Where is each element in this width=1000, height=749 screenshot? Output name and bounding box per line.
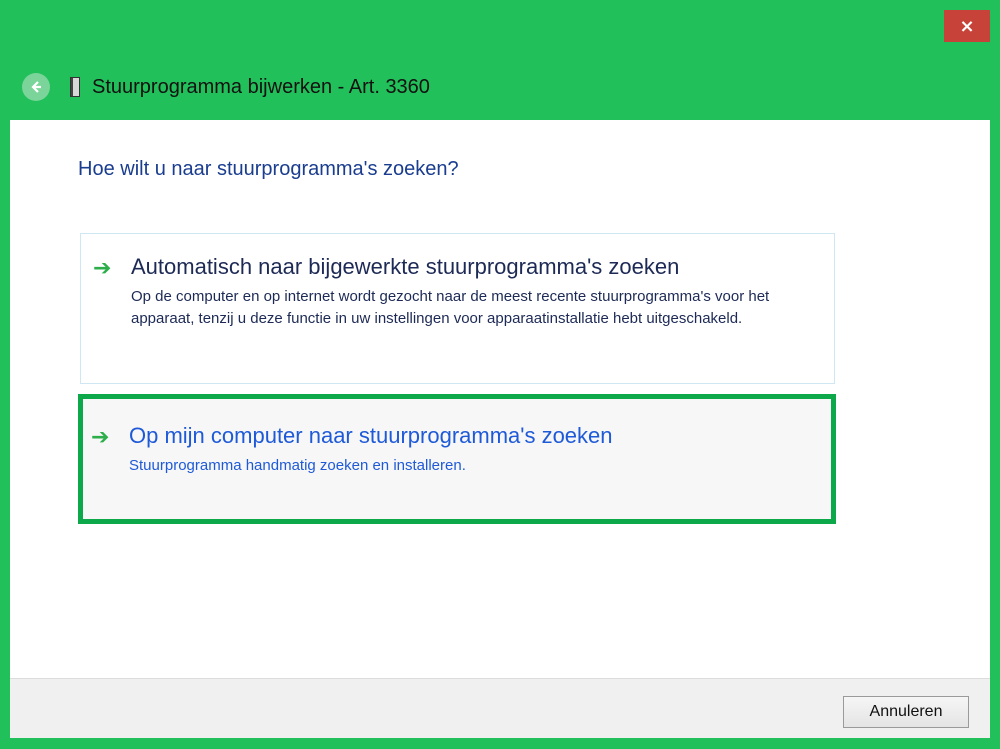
device-icon [70, 77, 80, 97]
back-button[interactable] [22, 73, 50, 101]
title-bar[interactable]: × [0, 0, 1000, 54]
green-arrow-icon: ➔ [91, 425, 110, 450]
wizard-footer: Annuleren [10, 678, 990, 738]
cancel-button[interactable]: Annuleren [843, 696, 969, 728]
option-title: Op mijn computer naar stuurprogramma's z… [129, 423, 613, 448]
wizard-content: Hoe wilt u naar stuurprogramma's zoeken?… [10, 120, 990, 678]
page-question: Hoe wilt u naar stuurprogramma's zoeken? [78, 158, 459, 180]
wizard-window: × Stuurprogramma bijwerken - Art. 3360 H… [0, 0, 1000, 749]
option-title: Automatisch naar bijgewerkte stuurprogra… [131, 254, 680, 279]
option-auto-search[interactable]: ➔ Automatisch naar bijgewerkte stuurprog… [80, 233, 835, 384]
option-description: Stuurprogramma handmatig zoeken en insta… [129, 457, 466, 474]
option-browse-computer[interactable]: ➔ Op mijn computer naar stuurprogramma's… [78, 394, 836, 524]
option-description: Op de computer en op internet wordt gezo… [131, 288, 770, 327]
wizard-title: Stuurprogramma bijwerken - Art. 3360 [92, 75, 430, 98]
close-button[interactable]: × [944, 10, 990, 42]
green-arrow-icon: ➔ [93, 256, 112, 281]
wizard-header: Stuurprogramma bijwerken - Art. 3360 [10, 54, 990, 120]
back-arrow-icon [31, 81, 41, 93]
